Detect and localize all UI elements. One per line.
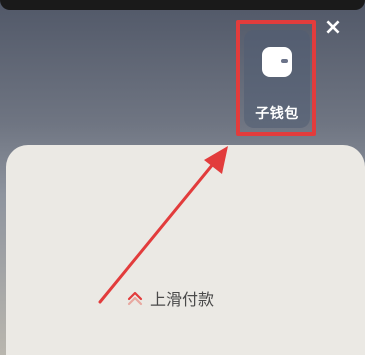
payment-panel[interactable]: [6, 145, 365, 355]
swipe-up-hint[interactable]: 上滑付款: [126, 287, 214, 309]
swipe-up-label: 上滑付款: [150, 290, 215, 309]
chevron-up-icon: [127, 291, 143, 306]
status-bar: [0, 0, 365, 10]
annotation-highlight-box: [236, 20, 316, 136]
screen: 子钱包 × 上滑付款: [0, 0, 365, 355]
close-icon[interactable]: ×: [321, 16, 345, 40]
